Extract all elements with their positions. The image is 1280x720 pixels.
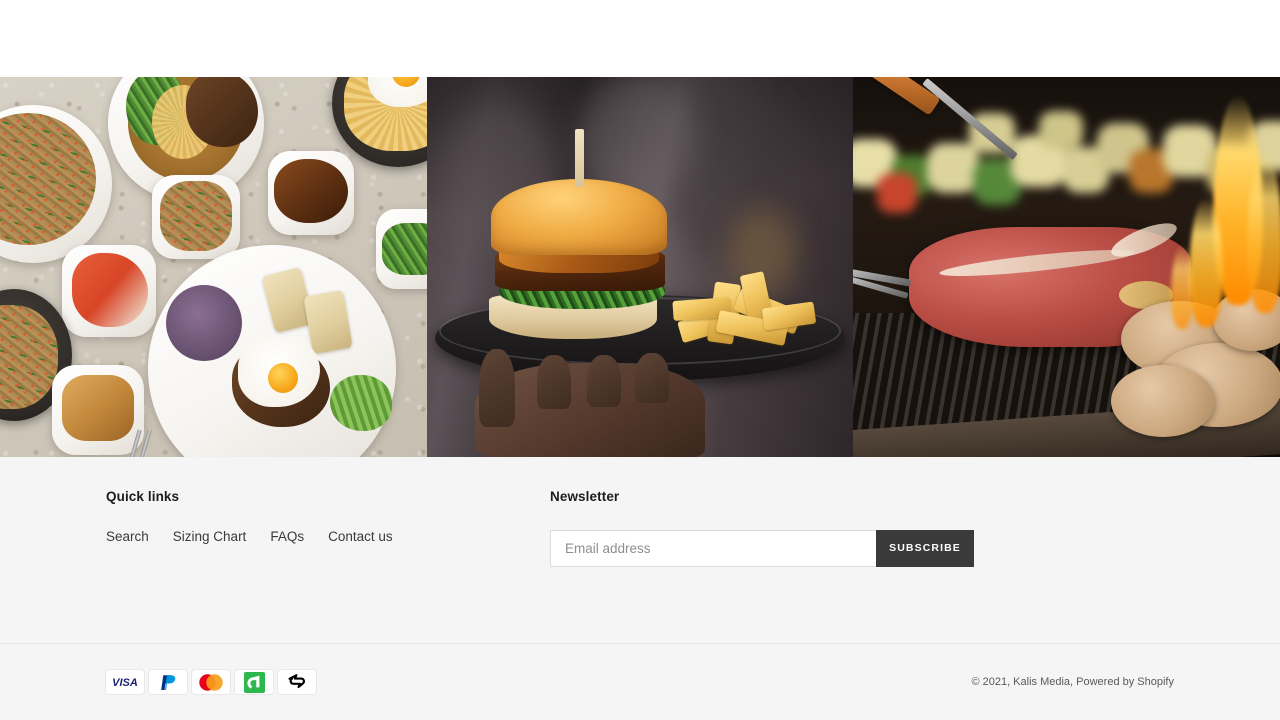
visa-icon: VISA: [106, 670, 144, 694]
newsletter-heading: Newsletter: [550, 489, 620, 504]
quick-link-contact-us[interactable]: Contact us: [328, 529, 393, 544]
footer-bottom-bar: VISA © 2021, Kalis Media, Powered by Sho…: [0, 644, 1280, 720]
footer-column-quick-links: Quick links Search Sizing Chart FAQs Con…: [102, 490, 550, 567]
page-root: Quick links Search Sizing Chart FAQs Con…: [0, 0, 1280, 720]
gallery-image-korean-food[interactable]: [0, 77, 427, 457]
korean-food-photo: [0, 77, 427, 457]
mastercard-icon: [192, 670, 230, 694]
quick-link-sizing-chart[interactable]: Sizing Chart: [173, 529, 247, 544]
paypal-icon: [149, 670, 187, 694]
quick-links-nav: Search Sizing Chart FAQs Contact us: [106, 529, 550, 544]
payment-methods-list: VISA: [106, 670, 316, 694]
afterpay-icon: [235, 670, 273, 694]
quick-link-faqs[interactable]: FAQs: [270, 529, 304, 544]
svg-text:VISA: VISA: [112, 677, 138, 688]
newsletter-form: Subscribe: [550, 529, 974, 567]
quick-links-heading: Quick links: [106, 489, 180, 504]
bbq-grill-photo: [853, 77, 1280, 457]
burger-photo: [427, 77, 853, 457]
copyright-text: © 2021, Kalis Media, Powered by Shopify: [971, 676, 1174, 688]
newsletter-subscribe-button[interactable]: Subscribe: [876, 529, 974, 567]
newsletter-email-input[interactable]: [550, 529, 876, 567]
gallery-image-burger[interactable]: [427, 77, 853, 457]
gallery-image-bbq-grill[interactable]: [853, 77, 1280, 457]
image-gallery-strip: [0, 77, 1280, 457]
zip-icon: [278, 670, 316, 694]
footer-column-newsletter: Newsletter Subscribe: [550, 490, 1178, 567]
quick-link-search[interactable]: Search: [106, 529, 149, 544]
site-footer: Quick links Search Sizing Chart FAQs Con…: [0, 457, 1280, 720]
top-white-band: [0, 0, 1280, 77]
